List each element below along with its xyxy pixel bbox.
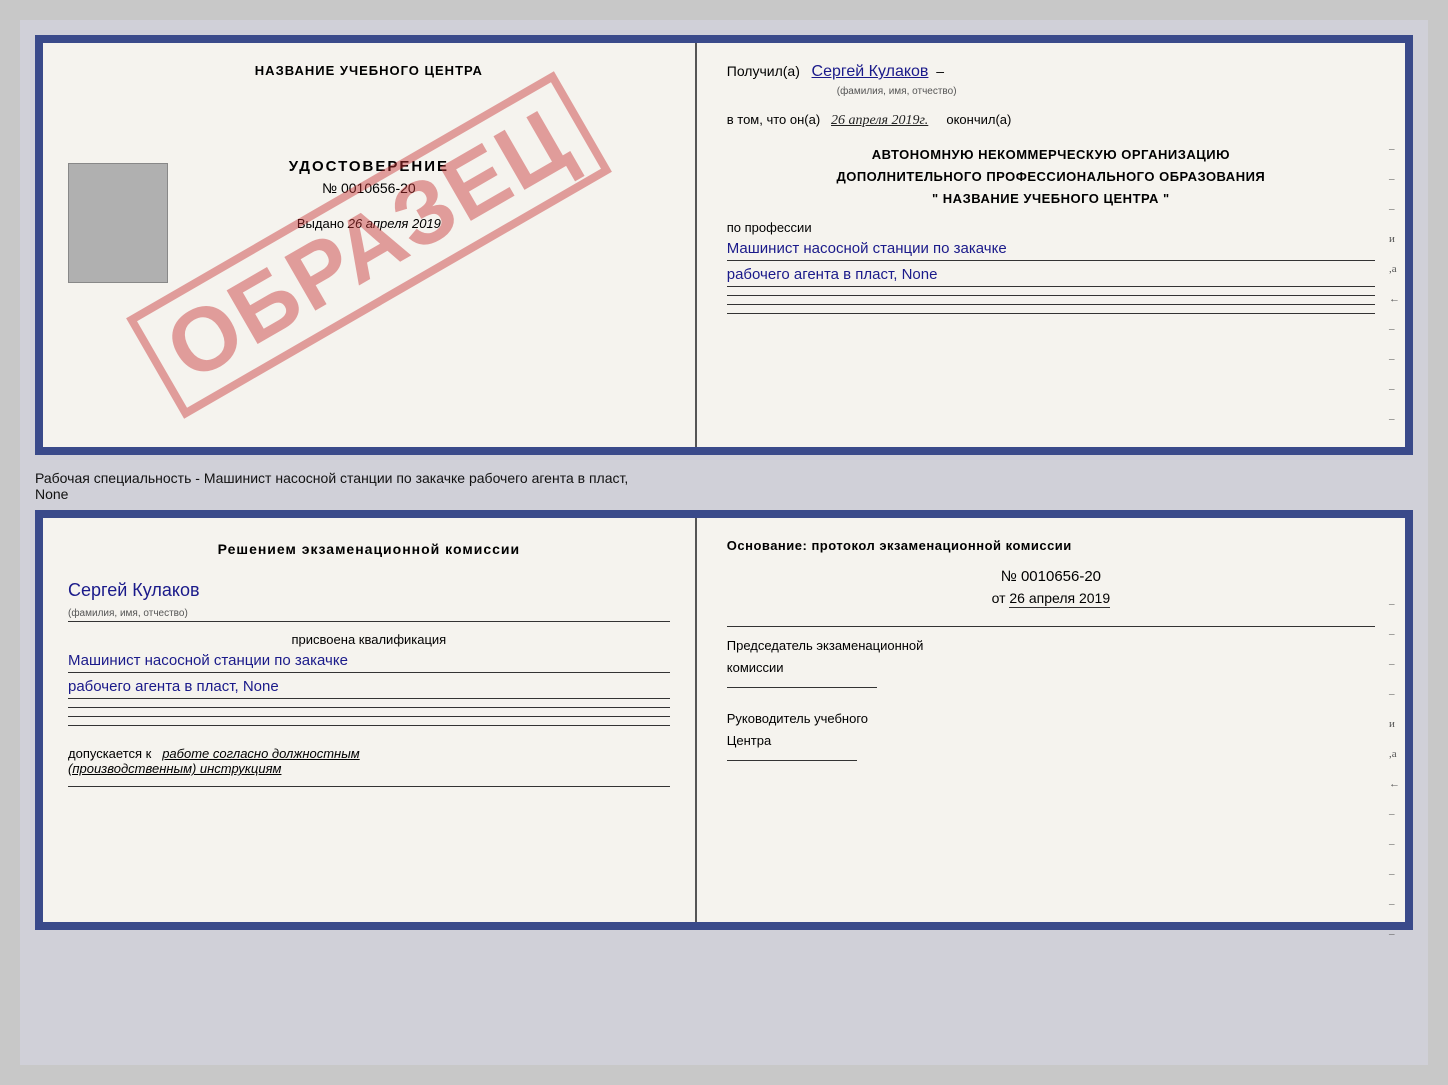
protocol-number: № 0010656-20 bbox=[727, 568, 1375, 585]
dash-line-3 bbox=[727, 313, 1375, 314]
dash-line-1 bbox=[727, 295, 1375, 296]
rukovoditel-signature-line bbox=[727, 760, 857, 761]
top-document: НАЗВАНИЕ УЧЕБНОГО ЦЕНТРА ОБРАЗЕЦ УДОСТОВ… bbox=[35, 35, 1413, 455]
bottom-fio-hint: (фамилия, имя, отчество) bbox=[68, 608, 188, 619]
date-value: 26 апреля 2019г. bbox=[831, 113, 928, 128]
fio-hint-top: (фамилия, имя, отчество) bbox=[837, 86, 957, 97]
profession-line2: рабочего агента в пласт, None bbox=[727, 266, 1375, 287]
chairman-label: Председатель экзаменационной bbox=[727, 635, 1375, 657]
page-wrapper: НАЗВАНИЕ УЧЕБНОГО ЦЕНТРА ОБРАЗЕЦ УДОСТОВ… bbox=[20, 20, 1428, 1065]
top-left-panel: НАЗВАНИЕ УЧЕБНОГО ЦЕНТРА ОБРАЗЕЦ УДОСТОВ… bbox=[43, 43, 697, 447]
received-line: Получил(а) Сергей Кулаков – (фамилия, им… bbox=[727, 63, 1375, 97]
dopuskaetsya-text: работе согласно должностным bbox=[162, 746, 359, 761]
profession-label: по профессии bbox=[727, 220, 1375, 235]
received-label: Получил(а) bbox=[727, 63, 800, 79]
vydano-date: 26 апреля 2019 bbox=[348, 216, 441, 231]
bottom-name-underline: (фамилия, имя, отчество) bbox=[68, 603, 670, 622]
top-right-panel: Получил(а) Сергей Кулаков – (фамилия, им… bbox=[697, 43, 1405, 447]
date-line: в том, что он(а) 26 апреля 2019г. окончи… bbox=[727, 112, 1375, 129]
udostoverenie-number: № 0010656-20 bbox=[322, 180, 416, 196]
prisvoyena-text: присвоена квалификация bbox=[68, 632, 670, 647]
side-marks-right: – – – и ,а ← – – – – bbox=[1389, 143, 1400, 425]
chairman-block: Председатель экзаменационной комиссии bbox=[727, 635, 1375, 688]
photo-placeholder bbox=[68, 163, 168, 283]
osnование-text: Основание: протокол экзаменационной коми… bbox=[727, 538, 1375, 553]
rukovoditel-block: Руководитель учебного Центра bbox=[727, 708, 1375, 761]
bottom-side-marks: – – – – и ,а ← – – – – – bbox=[1389, 598, 1400, 940]
profession-line1: Машинист насосной станции по закачке bbox=[727, 240, 1375, 261]
bottom-document: Решением экзаменационной комиссии Сергей… bbox=[35, 510, 1413, 930]
tsentra-label: Центра bbox=[727, 730, 1375, 752]
watermark-obrazets: ОБРАЗЕЦ bbox=[126, 71, 612, 418]
date-prefix: в том, что он(а) bbox=[727, 112, 820, 127]
chairman-label2: комиссии bbox=[727, 657, 1375, 679]
bottom-dash-1 bbox=[68, 707, 670, 708]
protocol-date-prefix: от bbox=[992, 590, 1006, 606]
bottom-name-block: Сергей Кулаков (фамилия, имя, отчество) bbox=[68, 580, 670, 622]
vydano-label: Выдано bbox=[297, 216, 344, 231]
decision-text: Решением экзаменационной комиссии bbox=[68, 538, 670, 560]
between-text-line2: None bbox=[35, 486, 1413, 502]
bottom-dash-2 bbox=[68, 716, 670, 717]
protocol-date-value: 26 апреля 2019 bbox=[1009, 590, 1110, 608]
dash-line-2 bbox=[727, 304, 1375, 305]
bottom-right-panel: Основание: протокол экзаменационной коми… bbox=[697, 518, 1405, 922]
between-text-line1: Рабочая специальность - Машинист насосно… bbox=[35, 470, 1413, 486]
chairman-signature-line bbox=[727, 687, 877, 688]
udostoverenie-label: УДОСТОВЕРЕНИЕ bbox=[289, 158, 449, 175]
top-center-title: НАЗВАНИЕ УЧЕБНОГО ЦЕНТРА bbox=[68, 63, 670, 78]
recipient-name: Сергей Кулаков bbox=[812, 63, 929, 80]
dopuskaetsya-prefix: допускается к bbox=[68, 746, 151, 761]
bottom-left-panel: Решением экзаменационной комиссии Сергей… bbox=[43, 518, 697, 922]
org-line3: " НАЗВАНИЕ УЧЕБНОГО ЦЕНТРА " bbox=[932, 191, 1170, 206]
dopuskaetsya-block: допускается к работе согласно должностны… bbox=[68, 746, 670, 776]
date-suffix: окончил(а) bbox=[946, 112, 1011, 127]
rukovoditel-label: Руководитель учебного bbox=[727, 708, 1375, 730]
bottom-right-dash bbox=[727, 626, 1375, 627]
qualification-line2: рабочего агента в пласт, None bbox=[68, 678, 670, 699]
bottom-dash-3 bbox=[68, 725, 670, 726]
qualification-line1: Машинист насосной станции по закачке bbox=[68, 652, 670, 673]
protocol-date: от 26 апреля 2019 bbox=[727, 590, 1375, 606]
org-line2: ДОПОЛНИТЕЛЬНОГО ПРОФЕССИОНАЛЬНОГО ОБРАЗО… bbox=[836, 169, 1265, 184]
dopuskaetsya-text2: (производственным) инструкциям bbox=[68, 761, 281, 776]
bottom-dash-4 bbox=[68, 786, 670, 787]
org-line1: АВТОНОМНУЮ НЕКОММЕРЧЕСКУЮ ОРГАНИЗАЦИЮ bbox=[872, 147, 1230, 162]
bottom-name: Сергей Кулаков bbox=[68, 580, 670, 601]
org-block: АВТОНОМНУЮ НЕКОММЕРЧЕСКУЮ ОРГАНИЗАЦИЮ ДО… bbox=[727, 144, 1375, 210]
